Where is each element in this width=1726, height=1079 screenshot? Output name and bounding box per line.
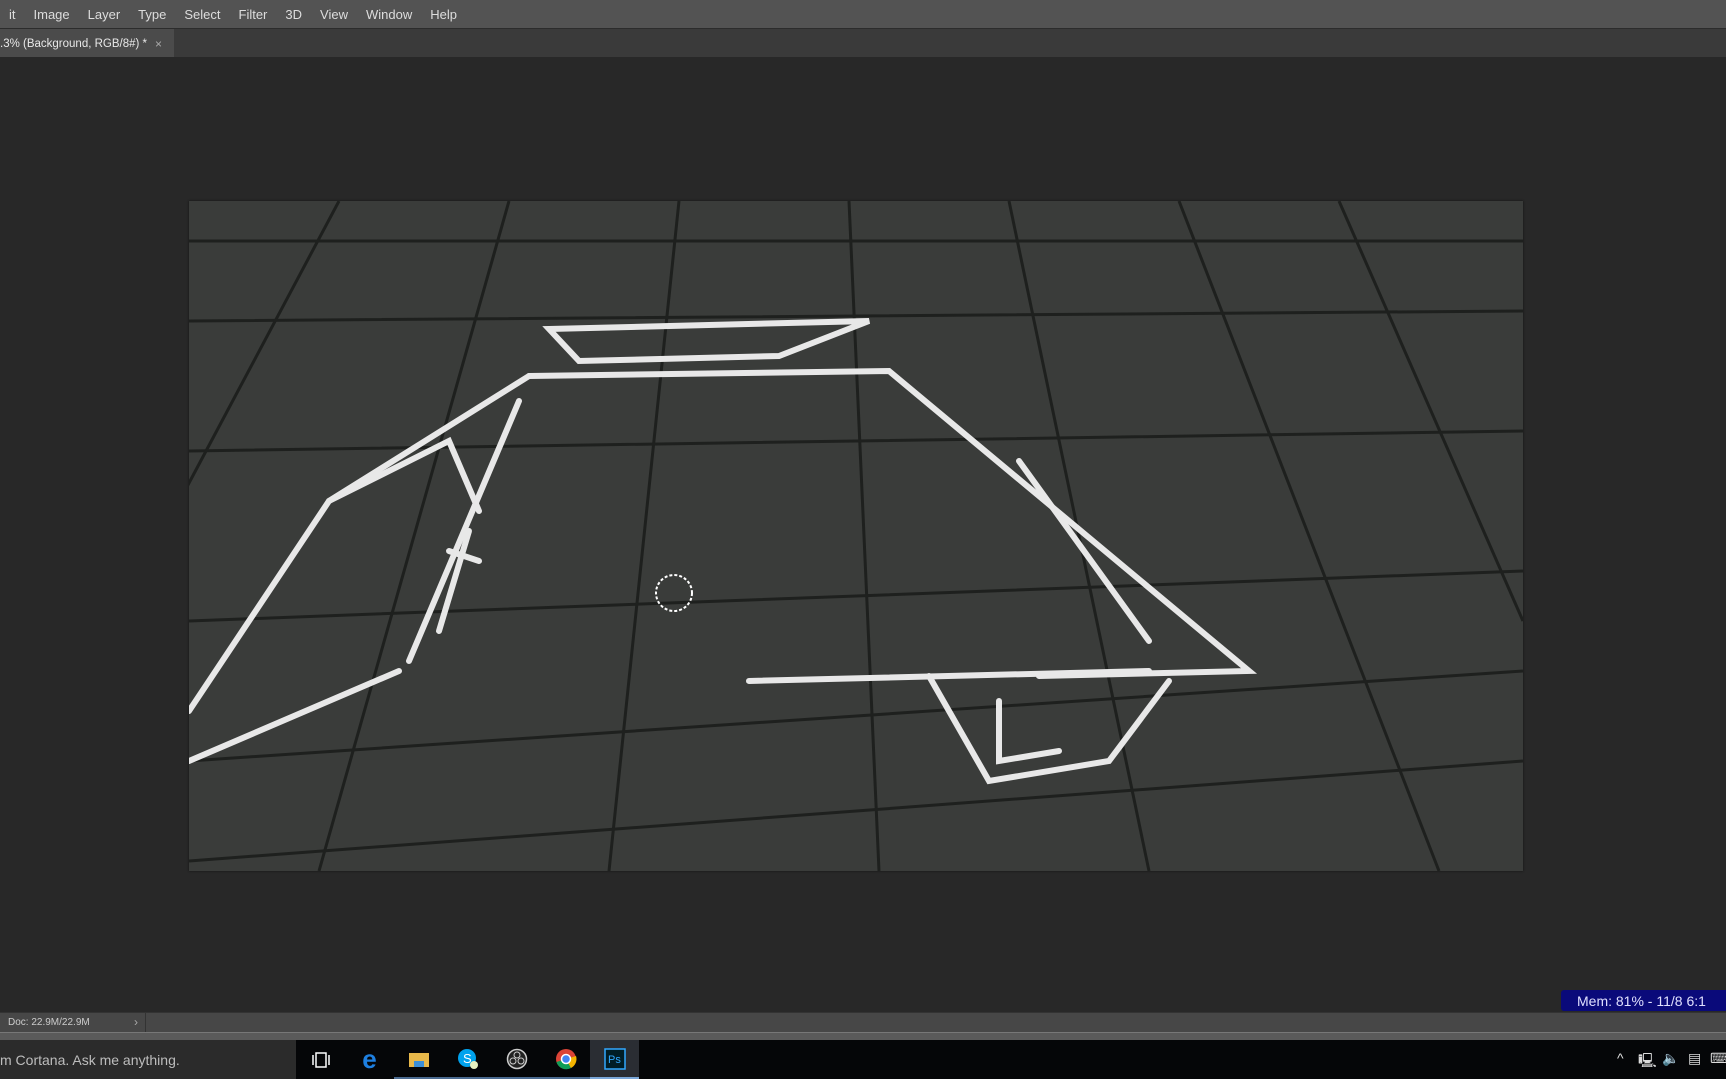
divider [145,1013,146,1033]
volume-icon[interactable]: 🔈 [1662,1050,1679,1067]
menu-3d[interactable]: 3D [276,7,311,22]
keyboard-icon[interactable]: ⌨ [1710,1050,1726,1067]
sketch-strokes [186,318,1258,785]
chrome-icon [555,1048,576,1069]
horizontal-scrollbar[interactable] [0,1032,1726,1040]
menu-image[interactable]: Image [25,7,79,22]
network-icon[interactable]: 🖳 [1638,1050,1657,1074]
obs-button[interactable] [492,1040,541,1079]
close-icon[interactable]: × [155,37,162,51]
status-bar: Doc: 22.9M/22.9M › [0,1012,1726,1033]
skype-button[interactable]: S [443,1040,492,1079]
status-menu-arrow[interactable]: › [134,1015,138,1029]
menu-help[interactable]: Help [421,7,466,22]
menu-edit[interactable]: it [0,7,25,22]
skype-icon: S [457,1048,478,1069]
photoshop-button[interactable]: Ps [590,1040,639,1079]
memory-overlay: Mem: 81% - 11/8 6:1 [1561,990,1726,1011]
file-explorer-button[interactable] [394,1040,443,1079]
menu-layer[interactable]: Layer [79,7,130,22]
document-tab-bar: .3% (Background, RGB/8#) * × [0,28,1726,58]
menu-window[interactable]: Window [357,7,421,22]
menu-filter[interactable]: Filter [230,7,277,22]
grid-lines [87,200,1525,872]
edge-icon: e [362,1044,377,1074]
doc-size: Doc: 22.9M/22.9M [8,1017,90,1028]
svg-text:Ps: Ps [608,1054,621,1066]
sketch-image [87,200,1525,872]
brush-cursor-icon [655,574,693,612]
menu-select[interactable]: Select [175,7,229,22]
menu-type[interactable]: Type [129,7,175,22]
menu-bar: it Image Layer Type Select Filter 3D Vie… [0,0,1726,28]
obs-icon [506,1048,527,1069]
task-view-button[interactable] [296,1040,345,1079]
task-view-icon [311,1051,330,1068]
document-tab[interactable]: .3% (Background, RGB/8#) * × [0,29,174,58]
action-center-icon[interactable]: ▤ [1688,1050,1701,1067]
edge-button[interactable]: e [345,1040,394,1079]
document-canvas[interactable] [87,200,1525,872]
taskbar: m Cortana. Ask me anything. e S Ps ^ 🖳 🔈… [0,1040,1726,1079]
chrome-button[interactable] [541,1040,590,1079]
photoshop-icon: Ps [603,1047,626,1070]
menu-view[interactable]: View [311,7,357,22]
document-tab-title: .3% (Background, RGB/8#) * [0,37,148,50]
cortana-search[interactable]: m Cortana. Ask me anything. [0,1040,296,1079]
folder-icon [408,1052,429,1067]
chevron-up-icon[interactable]: ^ [1617,1050,1624,1066]
